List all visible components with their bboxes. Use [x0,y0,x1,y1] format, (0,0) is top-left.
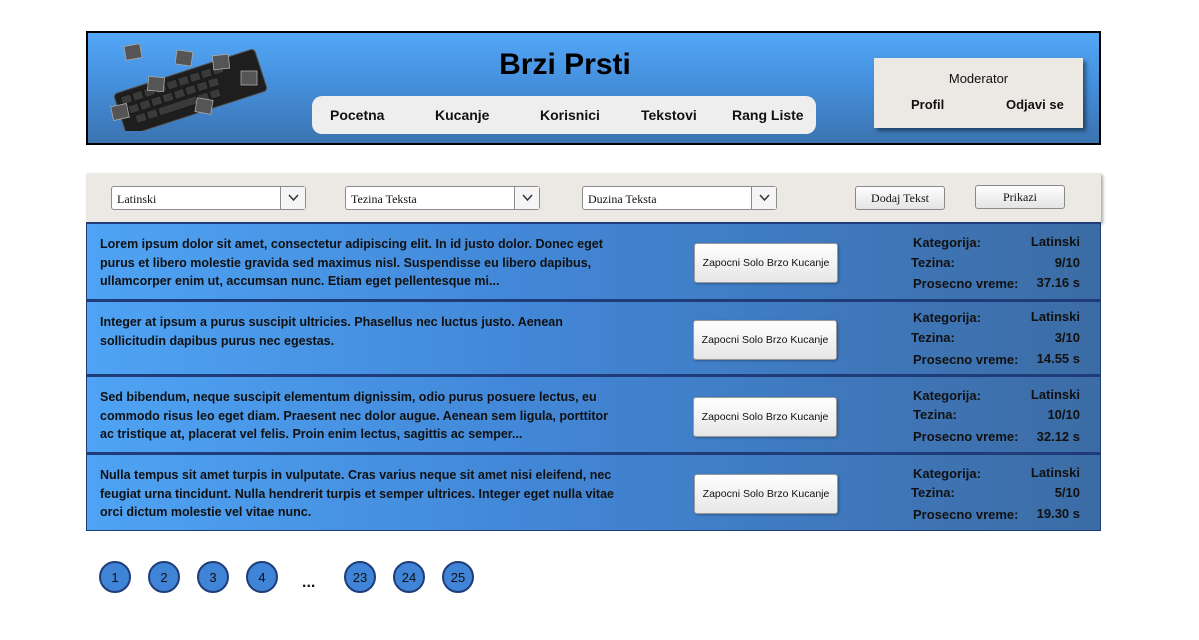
difficulty-value: 9/10 [1054,255,1080,270]
start-typing-button[interactable]: Zapocni Solo Brzo Kucanje [694,243,838,283]
difficulty-select[interactable]: Tezina Teksta [345,186,540,210]
page-button-24[interactable]: 24 [393,561,425,593]
logout-link[interactable]: Odjavi se [1006,97,1064,112]
category-label: Kategorija: [913,235,981,250]
nav-item-kucanje[interactable]: Kucanje [435,107,489,123]
main-nav: Pocetna Kucanje Korisnici Tekstovi Rang … [312,96,816,134]
filter-bar: Latinski Tezina Teksta Duzina Teksta Dod… [86,173,1101,222]
category-label: Kategorija: [913,388,981,403]
difficulty-value: 3/10 [1054,330,1080,345]
nav-item-tekstovi[interactable]: Tekstovi [641,107,697,123]
start-typing-button[interactable]: Zapocni Solo Brzo Kucanje [693,320,837,360]
category-label: Kategorija: [913,310,981,325]
difficulty-label: Tezina: [911,255,955,270]
difficulty-select-value: Tezina Teksta [351,192,417,206]
alphabet-select-value: Latinski [117,192,157,206]
list-item: Lorem ipsum dolor sit amet, consectetur … [86,222,1101,300]
chevron-down-icon[interactable] [514,187,539,209]
avg-time-value: 19.30 s [1036,506,1080,521]
page-button-3[interactable]: 3 [197,561,229,593]
list-item: Nulla tempus sit amet turpis in vulputat… [86,453,1101,531]
list-item: Integer at ipsum a purus suscipit ultric… [86,300,1101,375]
start-typing-button[interactable]: Zapocni Solo Brzo Kucanje [693,397,837,437]
avg-time-value: 37.16 s [1036,275,1080,290]
start-typing-button[interactable]: Zapocni Solo Brzo Kucanje [694,474,838,514]
avg-time-label: Prosecno vreme: [913,507,1019,522]
page-button-2[interactable]: 2 [148,561,180,593]
category-value: Latinski [1030,234,1080,249]
difficulty-value: 10/10 [1047,407,1080,422]
add-text-button[interactable]: Dodaj Tekst [855,186,945,210]
text-preview: Nulla tempus sit amet turpis in vulputat… [100,468,614,519]
site-header: Brzi Prsti Pocetna Kucanje Korisnici Tek… [86,31,1101,145]
nav-item-pocetna[interactable]: Pocetna [330,107,384,123]
page-button-4[interactable]: 4 [246,561,278,593]
avg-time-value: 14.55 s [1036,351,1080,366]
page-button-25[interactable]: 25 [442,561,474,593]
category-value: Latinski [1030,465,1080,480]
difficulty-label: Tezina: [913,407,957,422]
page-button-1[interactable]: 1 [99,561,131,593]
text-preview: Integer at ipsum a purus suscipit ultric… [100,315,563,348]
alphabet-select[interactable]: Latinski [111,186,306,210]
avg-time-label: Prosecno vreme: [913,352,1019,367]
chevron-down-icon[interactable] [751,187,776,209]
category-label: Kategorija: [913,466,981,481]
pagination-ellipsis: ... [302,574,316,591]
user-role: Moderator [948,71,1009,86]
difficulty-value: 5/10 [1054,485,1080,500]
difficulty-label: Tezina: [911,485,955,500]
nav-item-korisnici[interactable]: Korisnici [540,107,600,123]
nav-item-rang-liste[interactable]: Rang Liste [732,107,804,123]
category-value: Latinski [1030,387,1080,402]
difficulty-label: Tezina: [911,330,955,345]
chevron-down-icon[interactable] [280,187,305,209]
profile-link[interactable]: Profil [911,97,944,112]
show-button[interactable]: Prikazi [975,185,1065,209]
avg-time-label: Prosecno vreme: [913,276,1019,291]
length-select[interactable]: Duzina Teksta [582,186,777,210]
text-preview: Sed bibendum, neque suscipit elementum d… [100,390,608,441]
avg-time-label: Prosecno vreme: [913,429,1019,444]
user-panel: Moderator Profil Odjavi se [874,58,1083,128]
list-item: Sed bibendum, neque suscipit elementum d… [86,375,1101,453]
category-value: Latinski [1030,309,1080,324]
page-button-23[interactable]: 23 [344,561,376,593]
length-select-value: Duzina Teksta [588,192,657,206]
text-preview: Lorem ipsum dolor sit amet, consectetur … [100,237,603,288]
avg-time-value: 32.12 s [1036,429,1080,444]
